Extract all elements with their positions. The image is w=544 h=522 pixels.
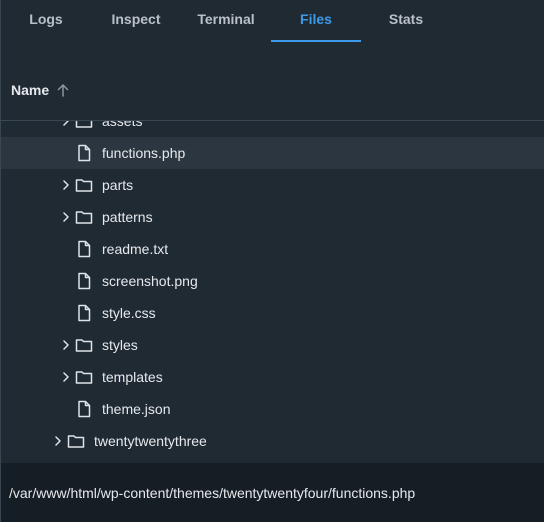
folder-icon	[75, 179, 93, 192]
tab-bar: Logs Inspect Terminal Files Stats	[1, 0, 544, 42]
tree-row-label: theme.json	[102, 401, 171, 417]
folder-icon	[75, 121, 93, 128]
tab-inspect[interactable]: Inspect	[91, 0, 181, 42]
tree-row-label: styles	[102, 337, 138, 353]
tree-row-folder[interactable]: patterns	[1, 201, 544, 233]
tree-row-folder[interactable]: parts	[1, 169, 544, 201]
tree-row-label: patterns	[102, 209, 153, 225]
chevron-right-icon[interactable]	[61, 211, 71, 223]
tree-row-label: twentytwentythree	[94, 433, 207, 449]
files-panel: Logs Inspect Terminal Files Stats Name a…	[0, 0, 544, 522]
chevron-right-icon[interactable]	[61, 371, 71, 383]
folder-icon	[75, 339, 93, 352]
current-path-bar: /var/www/html/wp-content/themes/twentytw…	[1, 463, 544, 522]
tree-row-folder[interactable]: assets	[1, 121, 544, 137]
chevron-right-icon[interactable]	[61, 179, 71, 191]
name-column-sort[interactable]: Name	[11, 82, 69, 98]
file-tree-rows: assets functions.php parts patterns read…	[1, 121, 544, 457]
tab-stats[interactable]: Stats	[361, 0, 451, 42]
tab-terminal[interactable]: Terminal	[181, 0, 271, 42]
file-icon	[78, 240, 91, 258]
tab-logs[interactable]: Logs	[1, 0, 91, 42]
name-column-label: Name	[11, 82, 50, 98]
current-file-path: /var/www/html/wp-content/themes/twentytw…	[9, 484, 416, 501]
tree-row-file[interactable]: theme.json	[1, 393, 544, 425]
file-icon	[78, 400, 91, 418]
tree-row-label: templates	[102, 369, 163, 385]
file-tree: assets functions.php parts patterns read…	[1, 121, 544, 463]
column-header: Name	[1, 42, 544, 121]
tree-row-label: parts	[102, 177, 134, 193]
chevron-right-icon[interactable]	[61, 339, 71, 351]
chevron-right-icon[interactable]	[53, 435, 63, 447]
tree-row-file[interactable]: screenshot.png	[1, 265, 544, 297]
folder-icon	[75, 371, 93, 384]
file-icon	[78, 144, 91, 162]
tree-row-folder[interactable]: styles	[1, 329, 544, 361]
file-icon	[78, 304, 91, 322]
tree-row-folder[interactable]: templates	[1, 361, 544, 393]
file-icon	[78, 272, 91, 290]
tree-row-folder[interactable]: twentytwentythree	[1, 425, 544, 457]
folder-icon	[67, 435, 85, 448]
tree-row-file-selected[interactable]: functions.php	[1, 137, 544, 169]
tree-row-file[interactable]: style.css	[1, 297, 544, 329]
tree-row-label: readme.txt	[102, 241, 169, 257]
tree-row-label: assets	[102, 121, 143, 129]
tree-row-label: style.css	[102, 305, 156, 321]
tree-row-label: functions.php	[102, 145, 186, 161]
tab-files[interactable]: Files	[271, 0, 361, 42]
arrow-up-icon	[57, 84, 69, 97]
folder-icon	[75, 211, 93, 224]
tree-row-file[interactable]: readme.txt	[1, 233, 544, 265]
chevron-right-icon[interactable]	[61, 121, 71, 127]
tree-row-label: screenshot.png	[102, 273, 198, 289]
